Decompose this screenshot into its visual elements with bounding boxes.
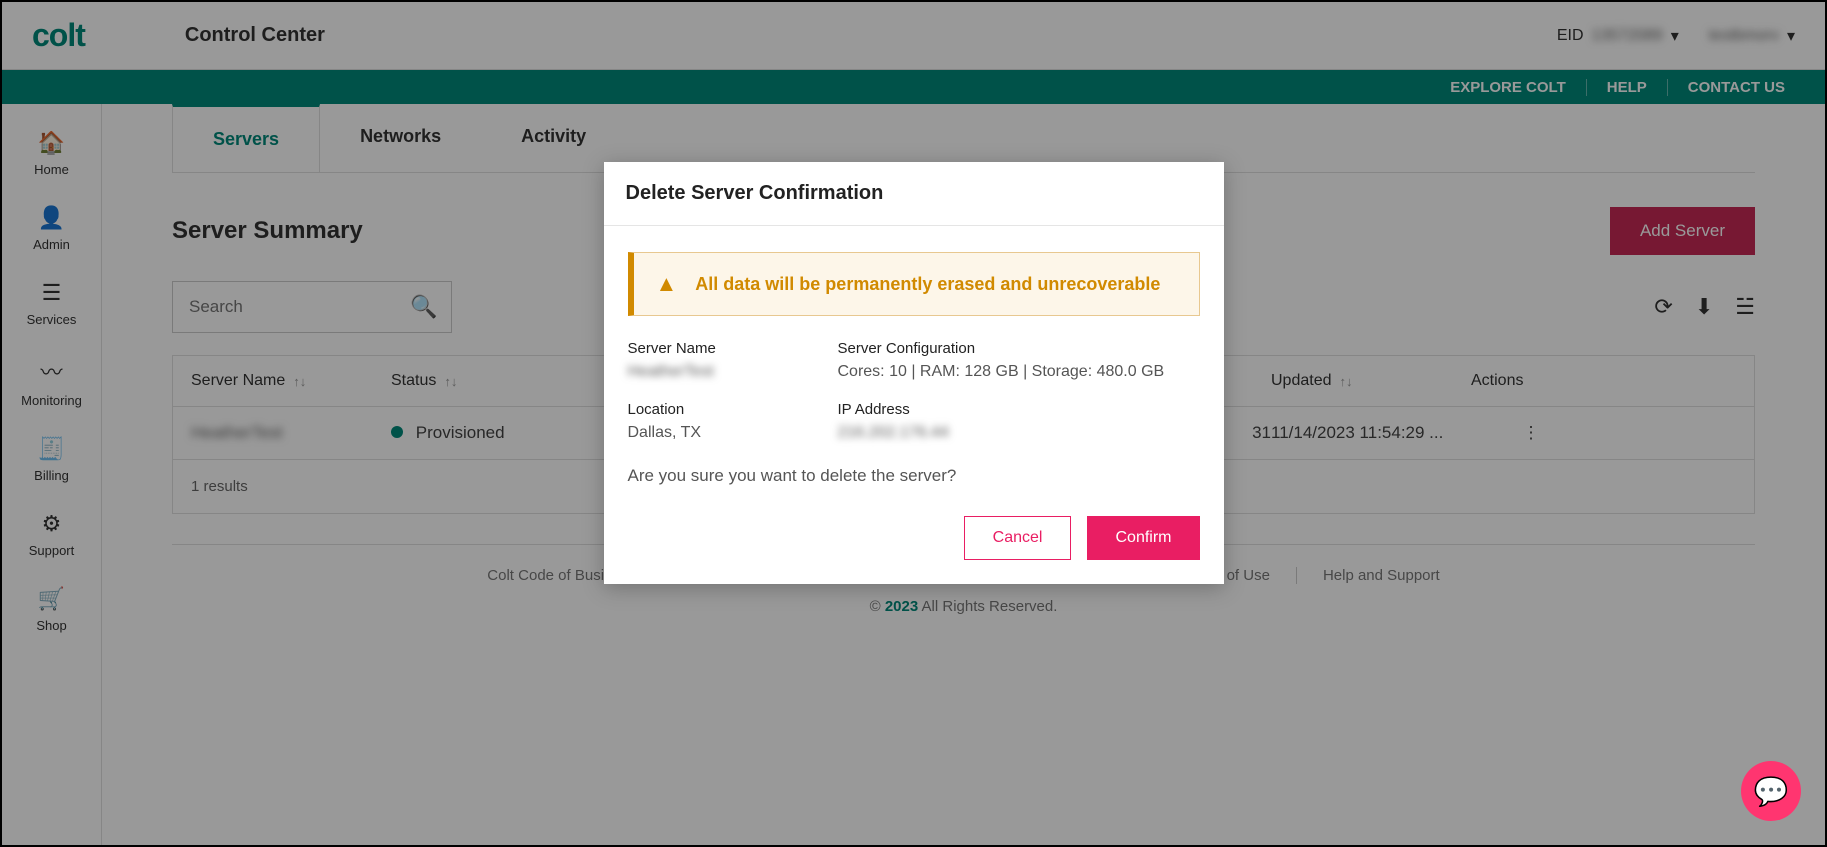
detail-ip: IP Address 216.202.176.44 (838, 401, 1200, 442)
detail-value: Cores: 10 | RAM: 128 GB | Storage: 480.0… (838, 363, 1200, 381)
modal-title: Delete Server Confirmation (604, 162, 1224, 226)
detail-location: Location Dallas, TX (628, 401, 828, 442)
detail-value: HeatherTest (628, 363, 828, 381)
confirm-question: Are you sure you want to delete the serv… (628, 466, 1200, 486)
confirm-button[interactable]: Confirm (1087, 516, 1199, 560)
delete-confirmation-modal: Delete Server Confirmation ▲ All data wi… (604, 162, 1224, 584)
modal-body: ▲ All data will be permanently erased an… (604, 226, 1224, 516)
warning-banner: ▲ All data will be permanently erased an… (628, 252, 1200, 316)
detail-value: Dallas, TX (628, 424, 828, 442)
chat-button[interactable]: 💬 (1741, 761, 1801, 821)
detail-label: Server Configuration (838, 340, 1200, 357)
details-grid: Server Name HeatherTest Server Configura… (628, 340, 1200, 442)
modal-footer: Cancel Confirm (604, 516, 1224, 584)
detail-label: IP Address (838, 401, 1200, 418)
detail-server-name: Server Name HeatherTest (628, 340, 828, 381)
detail-value: 216.202.176.44 (838, 424, 1200, 442)
detail-server-config: Server Configuration Cores: 10 | RAM: 12… (838, 340, 1200, 381)
cancel-button[interactable]: Cancel (964, 516, 1072, 560)
detail-label: Server Name (628, 340, 828, 357)
detail-label: Location (628, 401, 828, 418)
warning-text: All data will be permanently erased and … (695, 274, 1160, 295)
warning-icon: ▲ (656, 271, 678, 297)
chat-icon: 💬 (1754, 775, 1789, 808)
